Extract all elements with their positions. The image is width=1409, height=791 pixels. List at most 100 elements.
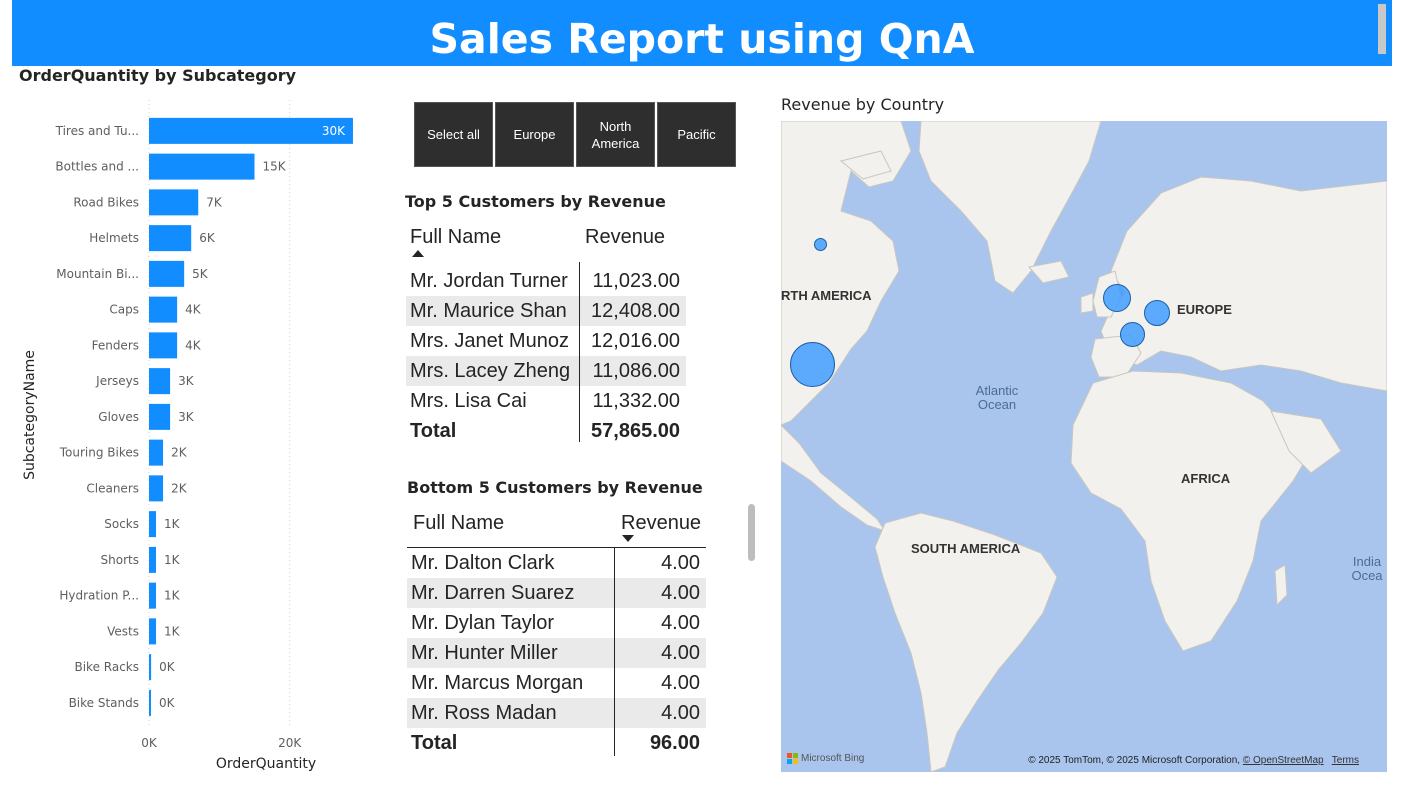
- customer-revenue: 12,016.00: [591, 330, 680, 352]
- category-label: Tires and Tu...: [55, 124, 139, 138]
- data-label: 7K: [206, 195, 223, 209]
- customer-revenue: 4.00: [661, 702, 700, 724]
- map-bubble-united-kingdom[interactable]: [1103, 284, 1131, 312]
- osm-link[interactable]: © OpenStreetMap: [1243, 755, 1324, 766]
- bar[interactable]: [149, 546, 157, 573]
- category-label: Bottles and ...: [55, 160, 139, 174]
- sort-ascending-icon[interactable]: [412, 250, 424, 257]
- report-title: Sales Report using QnA: [429, 15, 975, 63]
- map-basemap: [781, 121, 1387, 772]
- category-label: Cleaners: [86, 481, 139, 495]
- table-row[interactable]: Mr. Jordan Turner 11,023.00: [406, 266, 686, 296]
- bar-chart-title: OrderQuantity by Subcategory: [19, 66, 297, 85]
- table-row[interactable]: Mr. Dalton Clark 4.00: [407, 548, 706, 578]
- col-header-full-name[interactable]: Full Name: [413, 512, 504, 535]
- map-title: Revenue by Country: [781, 95, 945, 114]
- table-row[interactable]: Mrs. Lisa Cai 11,332.00: [406, 386, 686, 416]
- slicer-europe-button[interactable]: Europe: [495, 102, 574, 167]
- bar[interactable]: [149, 403, 171, 430]
- table-row[interactable]: Mr. Darren Suarez 4.00: [407, 578, 706, 608]
- map-label-atlantic: Atlantic Ocean: [975, 383, 1019, 412]
- column-divider: [579, 262, 580, 442]
- bar[interactable]: [149, 582, 157, 609]
- customer-name: Mr. Dylan Taylor: [411, 612, 555, 634]
- total-value: 96.00: [649, 732, 700, 754]
- slicer-north-america-button[interactable]: North America: [576, 102, 655, 167]
- slicer-pacific-button[interactable]: Pacific: [657, 102, 736, 167]
- x-tick-label: 0K: [141, 736, 158, 750]
- customer-revenue: 11,086.00: [592, 360, 681, 382]
- map-label-africa: AFRICA: [1181, 471, 1231, 486]
- banner-scrollbar[interactable]: [1378, 4, 1386, 54]
- customer-revenue: 11,332.00: [592, 390, 681, 412]
- data-label: 1K: [164, 553, 181, 567]
- customer-name: Mr. Hunter Miller: [411, 642, 558, 664]
- data-label: 3K: [178, 374, 195, 388]
- bar[interactable]: [149, 618, 157, 645]
- table-row[interactable]: Mr. Marcus Morgan 4.00: [407, 668, 706, 698]
- map-bubble-united-states[interactable]: [790, 342, 835, 387]
- page-scrollbar[interactable]: [748, 504, 755, 561]
- bottom-customers-title: Bottom 5 Customers by Revenue: [407, 478, 703, 497]
- category-label: Jerseys: [95, 374, 139, 388]
- customer-name: Mr. Jordan Turner: [410, 270, 568, 292]
- bar[interactable]: [149, 511, 157, 538]
- bar[interactable]: [149, 332, 178, 359]
- table-row[interactable]: Mr. Ross Madan 4.00: [407, 698, 706, 728]
- category-label: Caps: [109, 303, 139, 317]
- total-value: 57,865.00: [591, 420, 680, 442]
- table-row[interactable]: Mr. Hunter Miller 4.00: [407, 638, 706, 668]
- map-label-north-america: RTH AMERICA: [781, 288, 872, 303]
- customer-revenue: 4.00: [661, 582, 700, 604]
- map-label-indian-ocean: India Ocea: [1351, 554, 1383, 583]
- data-label: 6K: [199, 231, 216, 245]
- table-row[interactable]: Mrs. Lacey Zheng 11,086.00: [406, 356, 686, 386]
- column-divider: [614, 548, 615, 756]
- bar[interactable]: [149, 260, 185, 287]
- data-label: 2K: [171, 446, 188, 460]
- table-row[interactable]: Mrs. Janet Munoz 12,016.00: [406, 326, 686, 356]
- customer-revenue: 11,023.00: [592, 270, 681, 292]
- customer-name: Mr. Maurice Shan: [410, 300, 567, 322]
- bar[interactable]: [149, 439, 164, 466]
- customer-name: Mrs. Lisa Cai: [410, 390, 527, 412]
- data-label: 1K: [164, 589, 181, 603]
- bar[interactable]: [149, 296, 178, 323]
- table-row[interactable]: Mr. Maurice Shan 12,408.00: [406, 296, 686, 326]
- revenue-map[interactable]: RTH AMERICA EUROPE Atlantic Ocean AFRICA…: [781, 121, 1387, 772]
- table-row[interactable]: Mr. Dylan Taylor 4.00: [407, 608, 706, 638]
- bar[interactable]: [149, 475, 164, 502]
- bar[interactable]: [149, 368, 171, 395]
- map-attribution: © 2025 TomTom, © 2025 Microsoft Corporat…: [1028, 755, 1359, 766]
- data-label: 30K: [322, 124, 346, 138]
- terms-link[interactable]: Terms: [1332, 755, 1359, 766]
- y-axis-title: SubcategoryName: [22, 350, 38, 480]
- map-bubble-germany[interactable]: [1144, 300, 1170, 326]
- category-label: Road Bikes: [73, 195, 139, 209]
- map-label-europe: EUROPE: [1177, 302, 1232, 317]
- customer-revenue: 4.00: [661, 672, 700, 694]
- col-header-revenue[interactable]: Revenue: [585, 226, 665, 249]
- map-bubble-canada[interactable]: [814, 238, 827, 251]
- category-label: Vests: [107, 624, 139, 638]
- bar[interactable]: [149, 189, 199, 216]
- slicer-select-all-button[interactable]: Select all: [414, 102, 493, 167]
- customer-revenue: 4.00: [661, 642, 700, 664]
- col-header-full-name[interactable]: Full Name: [410, 226, 501, 249]
- bar[interactable]: [149, 654, 152, 681]
- sort-descending-icon[interactable]: [622, 535, 634, 542]
- data-label: 5K: [192, 267, 209, 281]
- col-header-revenue[interactable]: Revenue: [621, 512, 701, 535]
- data-label: 3K: [178, 410, 195, 424]
- bar[interactable]: [149, 153, 255, 180]
- bottom-customers-table: Full Name Revenue Mr. Dalton Clark 4.00 Mr…: [407, 504, 706, 758]
- bar[interactable]: [149, 225, 192, 252]
- bing-logo: Microsoft Bing: [787, 753, 864, 764]
- data-label: 4K: [185, 303, 202, 317]
- customer-name: Mr. Darren Suarez: [411, 582, 575, 604]
- bar[interactable]: [149, 689, 151, 716]
- data-label: 15K: [263, 160, 287, 174]
- map-bubble-france[interactable]: [1120, 322, 1145, 347]
- customer-name: Mrs. Lacey Zheng: [410, 360, 571, 382]
- data-label: 0K: [159, 660, 176, 674]
